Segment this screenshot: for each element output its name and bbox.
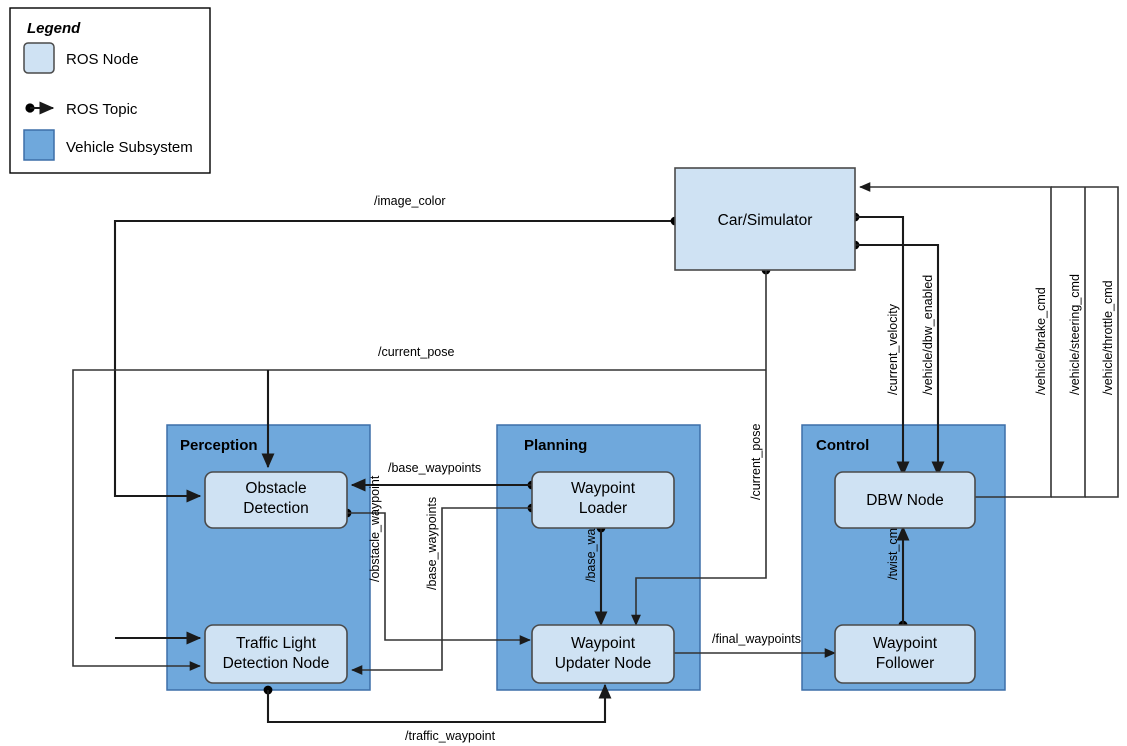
dbw-node-label: DBW Node — [866, 492, 944, 509]
waypoint-loader-label-line1: Waypoint — [571, 480, 636, 497]
car-simulator-label: Car/Simulator — [718, 212, 813, 229]
ros-architecture-diagram: Legend ROS Node ROS Topic Vehicle Subsys… — [9, 7, 1119, 743]
topic-label-base-waypoints-left: /base_waypoints — [425, 497, 439, 590]
traffic-light-detection-box[interactable] — [204, 624, 348, 684]
obstacle-detection-label-line1: Obstacle — [245, 480, 306, 497]
traffic-light-label-line2: Detection Node — [223, 655, 330, 672]
topic-label-obstacle-waypoint: /obstacle_waypoint — [368, 475, 382, 582]
legend-swatch-ros-node — [23, 42, 55, 74]
node-waypoint-follower[interactable]: Waypoint Follower — [834, 624, 976, 684]
legend-title: Legend — [27, 20, 81, 37]
node-waypoint-loader[interactable]: Waypoint Loader — [531, 471, 675, 529]
topic-label-current-velocity: /current_velocity — [886, 303, 900, 395]
edge-steering-cmd: /vehicle/steering_cmd — [1051, 187, 1086, 498]
legend-label-ros-topic: ROS Topic — [66, 101, 138, 118]
waypoint-updater-label-line2: Updater Node — [555, 655, 652, 672]
waypoint-follower-box[interactable] — [834, 624, 976, 684]
topic-label-image-color: /image_color — [374, 194, 446, 208]
waypoint-follower-label-line1: Waypoint — [873, 635, 938, 652]
control-label: Control — [816, 437, 869, 454]
topic-label-current-pose-vertical: /current_pose — [749, 424, 763, 500]
topic-label-traffic-waypoint: /traffic_waypoint — [405, 729, 496, 743]
node-car-simulator[interactable]: Car/Simulator — [674, 167, 856, 271]
topic-label-final-waypoints: /final_waypoints — [712, 632, 801, 646]
waypoint-loader-label-line2: Loader — [579, 500, 627, 517]
topic-label-dbw-enabled: /vehicle/dbw_enabled — [921, 275, 935, 395]
topic-label-current-pose-top: /current_pose — [378, 345, 454, 359]
planning-label: Planning — [524, 437, 587, 454]
waypoint-follower-label-line2: Follower — [876, 655, 935, 672]
topic-label-throttle-cmd: /vehicle/throttle_cmd — [1101, 280, 1115, 395]
node-obstacle-detection[interactable]: Obstacle Detection — [204, 471, 348, 529]
traffic-light-label-line1: Traffic Light — [236, 635, 317, 652]
legend-label-vehicle-subsystem: Vehicle Subsystem — [66, 139, 193, 156]
topic-label-steering-cmd: /vehicle/steering_cmd — [1068, 274, 1082, 395]
node-dbw[interactable]: DBW Node — [834, 471, 976, 529]
topic-label-twist-cmd: /twist_cmd — [886, 521, 900, 580]
node-waypoint-updater[interactable]: Waypoint Updater Node — [531, 624, 675, 684]
obstacle-detection-label-line2: Detection — [243, 500, 308, 517]
waypoint-updater-label-line1: Waypoint — [571, 635, 636, 652]
legend-swatch-vehicle-subsystem — [23, 129, 55, 161]
edge-traffic-waypoint: /traffic_waypoint — [263, 683, 612, 743]
topic-label-brake-cmd: /vehicle/brake_cmd — [1034, 287, 1048, 395]
perception-label: Perception — [180, 437, 258, 454]
legend-label-ros-node: ROS Node — [66, 51, 139, 68]
waypoint-updater-box[interactable] — [531, 624, 675, 684]
node-traffic-light-detection[interactable]: Traffic Light Detection Node — [204, 624, 348, 684]
legend: Legend ROS Node ROS Topic Vehicle Subsys… — [9, 7, 211, 174]
topic-label-base-waypoints-top: /base_waypoints — [388, 461, 481, 475]
